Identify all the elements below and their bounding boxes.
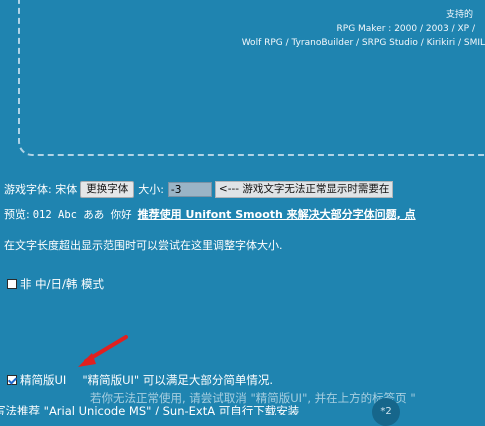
preview-label: 预览: (4, 208, 30, 221)
non-cjk-mode-checkbox[interactable] (7, 279, 17, 289)
simple-ui-option[interactable]: 精简版UI "精简版UI" 可以满足大部分简单情况. (7, 372, 273, 388)
preview-row: 预览: 012 Abc ああ 你好 推荐使用 Unifont Smooth 来解… (4, 206, 416, 222)
preview-sample: 012 Abc ああ 你好 (32, 208, 132, 221)
font-settings-row: 游戏字体: 宋体 更换字体 大小: -3 <--- 游戏文字无法正常显示时需要在 (4, 180, 394, 198)
change-font-button[interactable]: 更换字体 (80, 180, 135, 198)
supported-line-2: Wolf RPG / TyranoBuilder / SRPG Studio /… (241, 38, 485, 48)
red-arrow-icon (78, 335, 128, 367)
simple-ui-label: 精简版UI (20, 373, 67, 387)
non-cjk-mode-option[interactable]: 非 中/日/韩 模式 (7, 276, 104, 292)
note-line-b: 写法推荐 "Arial Unicode MS" / Sun-ExtA 可自行下载… (0, 404, 300, 415)
simple-ui-description: "精简版UI" 可以满足大部分简单情况. (82, 373, 274, 387)
font-size-input[interactable]: -3 (167, 181, 212, 197)
overlapping-notes: 若你无法正常使用, 请尝试取消 "精简版UI", 并在上方的标签页 " 写法推荐… (0, 390, 485, 415)
font-hint: <--- 游戏文字无法正常显示时需要在 (214, 180, 394, 198)
unifont-link[interactable]: 推荐使用 Unifont Smooth 来解决大部分字体问题, 点 (138, 206, 416, 222)
non-cjk-mode-label: 非 中/日/韩 模式 (20, 277, 105, 291)
supported-engines: 支持的 RPG Maker : 2000 / 2003 / XP / Wolf … (242, 8, 485, 50)
size-label: 大小: (138, 183, 164, 196)
count-badge: *2 (372, 398, 400, 426)
game-font-label: 游戏字体: 宋体 (4, 183, 78, 196)
simple-ui-checkbox[interactable] (7, 375, 17, 385)
font-size-tip: 在文字长度超出显示范围时可以尝试在这里调整字体大小. (4, 239, 283, 252)
supported-line-1: RPG Maker : 2000 / 2003 / XP / (336, 24, 475, 34)
supported-title: 支持的 (445, 10, 473, 20)
